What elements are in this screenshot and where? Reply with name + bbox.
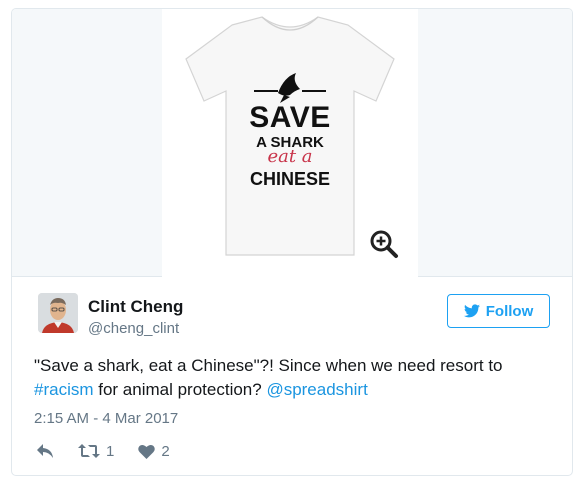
shirt-text-save: SAVE (249, 101, 331, 134)
twitter-bird-icon (463, 304, 480, 318)
heart-icon (138, 444, 156, 459)
retweet-count: 1 (106, 442, 115, 460)
tshirt-image[interactable]: SAVE A SHARK eat a CHINESE (162, 9, 418, 277)
shirt-text-eat-a: eat a (267, 146, 313, 167)
avatar-photo (38, 293, 78, 333)
mention-link[interactable]: @spreadshirt (266, 380, 367, 399)
tweet-timestamp[interactable]: 2:15 AM - 4 Mar 2017 (34, 410, 178, 427)
avatar[interactable] (38, 293, 78, 333)
tweet-actions: 1 2 (36, 440, 194, 462)
like-button[interactable]: 2 (138, 442, 170, 460)
zoom-in-icon[interactable] (369, 229, 399, 259)
reply-icon (37, 444, 53, 458)
tweet-text: "Save a shark, eat a Chinese"?! Since wh… (34, 354, 554, 402)
user-handle[interactable]: @cheng_clint (88, 320, 179, 337)
tweet-text-part: "Save a shark, eat a Chinese"?! Since wh… (34, 356, 503, 375)
shirt-text-chinese: CHINESE (249, 169, 330, 189)
follow-button-label: Follow (485, 302, 534, 320)
reply-button[interactable] (36, 443, 54, 459)
user-display-name[interactable]: Clint Cheng (88, 297, 183, 317)
tweet-text-part: for animal protection? (93, 380, 267, 399)
hashtag-link[interactable]: #racism (34, 380, 94, 399)
tweet-media[interactable]: SAVE A SHARK eat a CHINESE (12, 9, 572, 277)
like-count: 2 (161, 442, 170, 460)
follow-button[interactable]: Follow (447, 294, 550, 328)
retweet-icon (78, 444, 100, 458)
embedded-tweet-card: SAVE A SHARK eat a CHINESE Clint Cheng @… (11, 8, 573, 476)
retweet-button[interactable]: 1 (78, 443, 114, 460)
